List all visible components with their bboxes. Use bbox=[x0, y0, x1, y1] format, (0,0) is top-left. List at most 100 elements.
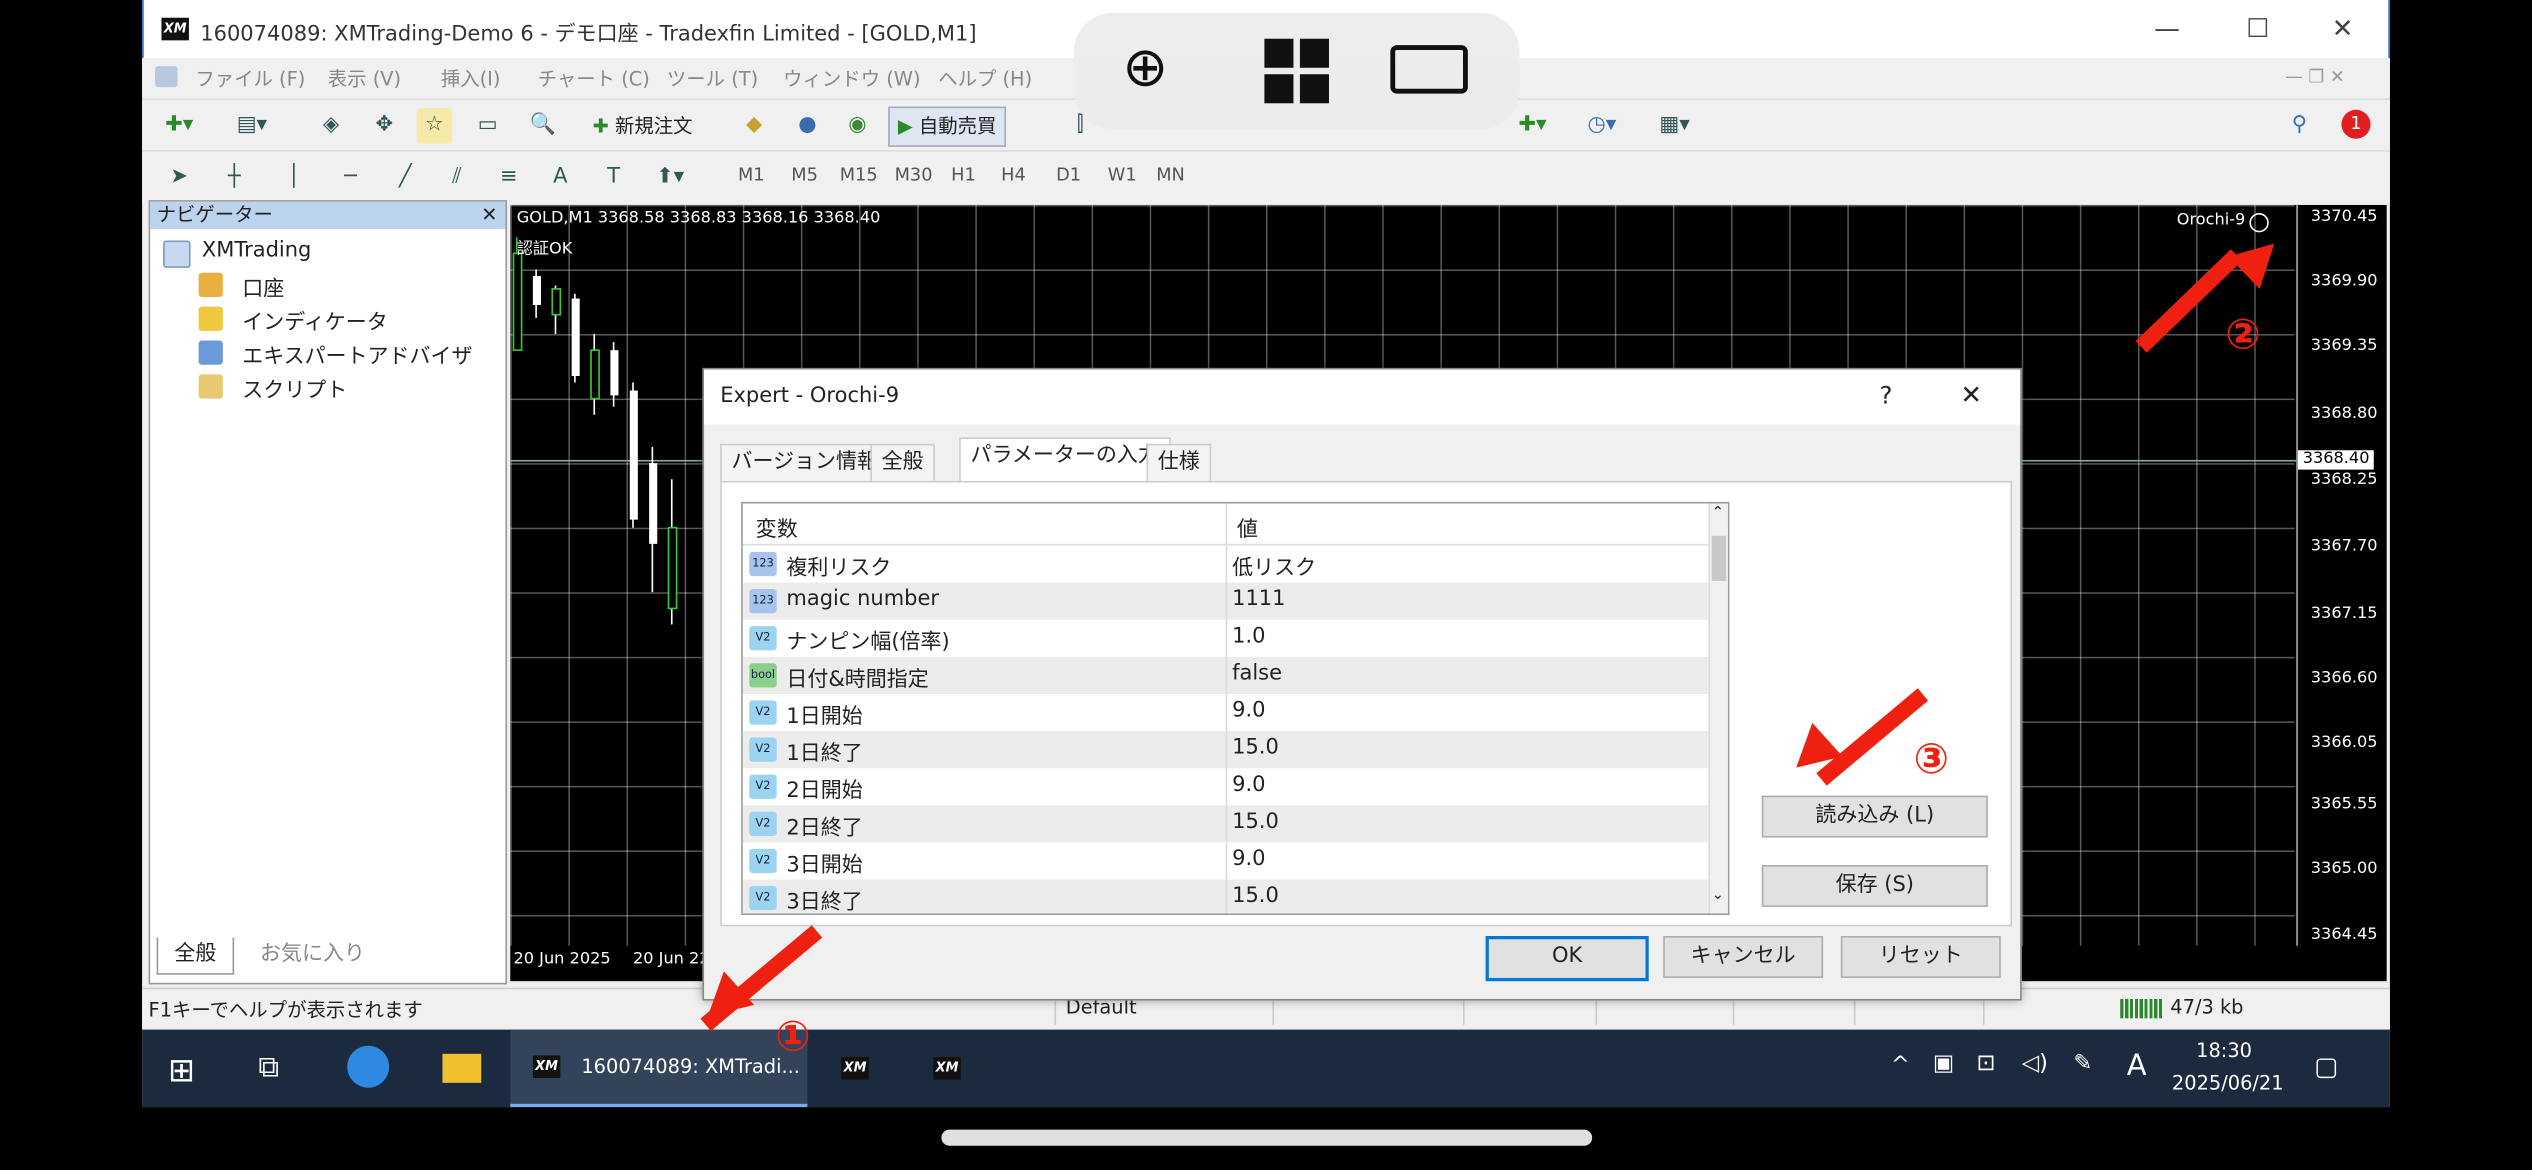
menu-chart[interactable]: チャート (C) bbox=[538, 65, 650, 92]
auto-trade-button[interactable]: ▶ 自動売買 bbox=[888, 106, 1007, 147]
load-button[interactable]: 読み込み (L) bbox=[1761, 795, 1988, 838]
timeframe-m15[interactable]: M15 bbox=[840, 165, 878, 186]
profiles-icon[interactable]: ▤▾ bbox=[234, 108, 270, 144]
clock-time[interactable]: 18:30 bbox=[2196, 1039, 2252, 1062]
save-button[interactable]: 保存 (S) bbox=[1761, 864, 1988, 907]
periods-icon[interactable]: ◷▾ bbox=[1584, 108, 1620, 144]
signals-icon[interactable]: ● bbox=[790, 108, 826, 144]
tab-version-info[interactable]: バージョン情報 bbox=[720, 443, 890, 481]
ime-indicator[interactable]: A bbox=[2127, 1049, 2147, 1083]
text-icon[interactable]: A bbox=[543, 160, 579, 196]
tester-icon[interactable]: 🔍 bbox=[525, 108, 561, 144]
pen-icon[interactable]: ✎ bbox=[2073, 1051, 2092, 1077]
vps-icon[interactable]: ◉ bbox=[840, 108, 876, 144]
ok-button[interactable]: OK bbox=[1485, 936, 1649, 982]
param-value[interactable]: 15.0 bbox=[1232, 810, 1279, 834]
new-order-button[interactable]: ✚ 新規注文 bbox=[586, 108, 699, 144]
param-value[interactable]: 9.0 bbox=[1232, 847, 1265, 871]
notification-badge[interactable]: 1 bbox=[2341, 109, 2371, 139]
horizontal-line-icon[interactable]: ─ bbox=[333, 160, 369, 196]
scroll-up-icon[interactable]: ⌃ bbox=[1712, 505, 1724, 521]
timeframe-h1[interactable]: H1 bbox=[951, 165, 976, 186]
menu-help[interactable]: ヘルプ (H) bbox=[938, 65, 1032, 92]
scroll-down-icon[interactable]: ⌄ bbox=[1712, 888, 1724, 904]
navigator-root[interactable]: XMTrading bbox=[202, 239, 312, 263]
param-value[interactable]: 9.0 bbox=[1232, 773, 1265, 797]
menu-file[interactable]: ファイル (F) bbox=[195, 65, 305, 92]
terminal-icon[interactable]: ▭ bbox=[470, 108, 506, 144]
menu-view[interactable]: 表示 (V) bbox=[328, 65, 401, 92]
navigator-icon[interactable]: ☆ bbox=[416, 108, 453, 144]
maximize-icon[interactable]: ☐ bbox=[2246, 13, 2269, 44]
param-value[interactable]: 1.0 bbox=[1232, 625, 1265, 649]
param-value[interactable]: 15.0 bbox=[1232, 736, 1279, 760]
data-window-icon[interactable]: ✥ bbox=[367, 108, 403, 144]
edge-icon[interactable] bbox=[347, 1045, 390, 1088]
scroll-thumb[interactable] bbox=[1711, 535, 1727, 581]
menu-insert[interactable]: 挿入(I) bbox=[441, 65, 501, 92]
tray-chevron-icon[interactable]: ^ bbox=[1891, 1052, 1910, 1078]
navigator-item-scripts[interactable]: スクリプト bbox=[242, 373, 347, 403]
navigator-close-icon[interactable]: ✕ bbox=[481, 203, 497, 226]
file-explorer-icon[interactable] bbox=[442, 1053, 482, 1083]
cancel-button[interactable]: キャンセル bbox=[1663, 936, 1824, 978]
task-view-icon[interactable]: ⧉ bbox=[258, 1051, 279, 1085]
mdi-controls[interactable]: — ❐ ✕ bbox=[2285, 66, 2345, 87]
timeframe-m1[interactable]: M1 bbox=[738, 165, 765, 186]
column-header-variable[interactable]: 変数 bbox=[756, 512, 798, 542]
parameters-table[interactable]: 変数 値 123 複利リスク 低リスク 123 magic number 1111 V2 ナン… bbox=[741, 501, 1730, 916]
security-tray-icon[interactable]: ▣ bbox=[1933, 1051, 1954, 1077]
text-label-icon[interactable]: T bbox=[596, 160, 632, 196]
home-indicator[interactable] bbox=[941, 1129, 1593, 1146]
clock-date[interactable]: 2025/06/21 bbox=[2172, 1072, 2284, 1095]
crosshair-icon[interactable]: ┼ bbox=[216, 160, 252, 196]
indicators-list-icon[interactable]: ✚▾ bbox=[1515, 108, 1551, 144]
channel-icon[interactable]: ⫽ bbox=[439, 160, 475, 196]
vertical-line-icon[interactable]: │ bbox=[276, 160, 312, 196]
close-icon[interactable]: ✕ bbox=[2332, 13, 2354, 44]
menu-window[interactable]: ウィンドウ (W) bbox=[783, 65, 920, 92]
keyboard-icon[interactable] bbox=[1390, 45, 1468, 94]
dialog-help-button[interactable]: ? bbox=[1880, 381, 1893, 410]
param-value[interactable]: false bbox=[1232, 662, 1282, 686]
timeframe-m30[interactable]: M30 bbox=[895, 165, 933, 186]
navigator-item-experts[interactable]: エキスパートアドバイザ bbox=[242, 339, 472, 369]
search-icon[interactable]: ⚲ bbox=[2282, 108, 2318, 144]
navigator-tab-common[interactable]: 全般 bbox=[156, 937, 235, 975]
minimize-icon[interactable]: — bbox=[2154, 13, 2180, 44]
param-value[interactable]: 低リスク bbox=[1232, 550, 1316, 581]
start-icon[interactable]: ⊞ bbox=[168, 1051, 195, 1090]
notifications-icon[interactable]: ▢ bbox=[2314, 1051, 2338, 1082]
templates-icon[interactable]: ▦▾ bbox=[1657, 108, 1693, 144]
navigator-item-indicators[interactable]: インディケータ bbox=[242, 305, 387, 335]
param-value[interactable]: 15.0 bbox=[1232, 884, 1279, 908]
reset-button[interactable]: リセット bbox=[1840, 936, 2001, 978]
tab-specifications[interactable]: 仕様 bbox=[1146, 443, 1212, 481]
metaeditor-icon[interactable]: ◆ bbox=[736, 108, 772, 144]
tab-inputs[interactable]: パラメーターの入力 bbox=[959, 437, 1171, 483]
volume-icon[interactable]: ◁) bbox=[2022, 1051, 2048, 1077]
xm-app-icon[interactable]: XM bbox=[933, 1057, 961, 1080]
timeframe-m5[interactable]: M5 bbox=[791, 165, 818, 186]
timeframe-mn[interactable]: MN bbox=[1156, 165, 1185, 186]
timeframe-w1[interactable]: W1 bbox=[1108, 165, 1137, 186]
column-header-value[interactable]: 値 bbox=[1237, 512, 1258, 542]
table-scrollbar[interactable]: ⌃ ⌄ bbox=[1708, 503, 1728, 914]
dialog-close-icon[interactable]: ✕ bbox=[1960, 379, 1982, 410]
trendline-icon[interactable]: ╱ bbox=[388, 160, 424, 196]
new-chart-icon[interactable]: ✚▾ bbox=[161, 108, 197, 144]
timeframe-h4[interactable]: H4 bbox=[1001, 165, 1026, 186]
taskbar-app-mt4[interactable]: XM 160074089: XMTradi... bbox=[510, 1029, 808, 1108]
timeframe-d1[interactable]: D1 bbox=[1056, 165, 1081, 186]
cursor-icon[interactable]: ➤ bbox=[161, 160, 197, 196]
param-value[interactable]: 9.0 bbox=[1232, 699, 1265, 723]
tab-common[interactable]: 全般 bbox=[870, 443, 935, 481]
windows-key-icon[interactable] bbox=[1264, 38, 1329, 104]
navigator-tab-favorites[interactable]: お気に入り bbox=[244, 938, 381, 974]
network-icon[interactable]: ⊡ bbox=[1977, 1051, 1996, 1077]
market-watch-icon[interactable]: ◈ bbox=[313, 108, 349, 144]
menu-tools[interactable]: ツール (T) bbox=[667, 65, 758, 92]
arrows-icon[interactable]: ⬆▾ bbox=[652, 160, 688, 196]
fibonacci-icon[interactable]: ≡ bbox=[491, 160, 527, 196]
navigator-item-accounts[interactable]: 口座 bbox=[242, 271, 284, 302]
